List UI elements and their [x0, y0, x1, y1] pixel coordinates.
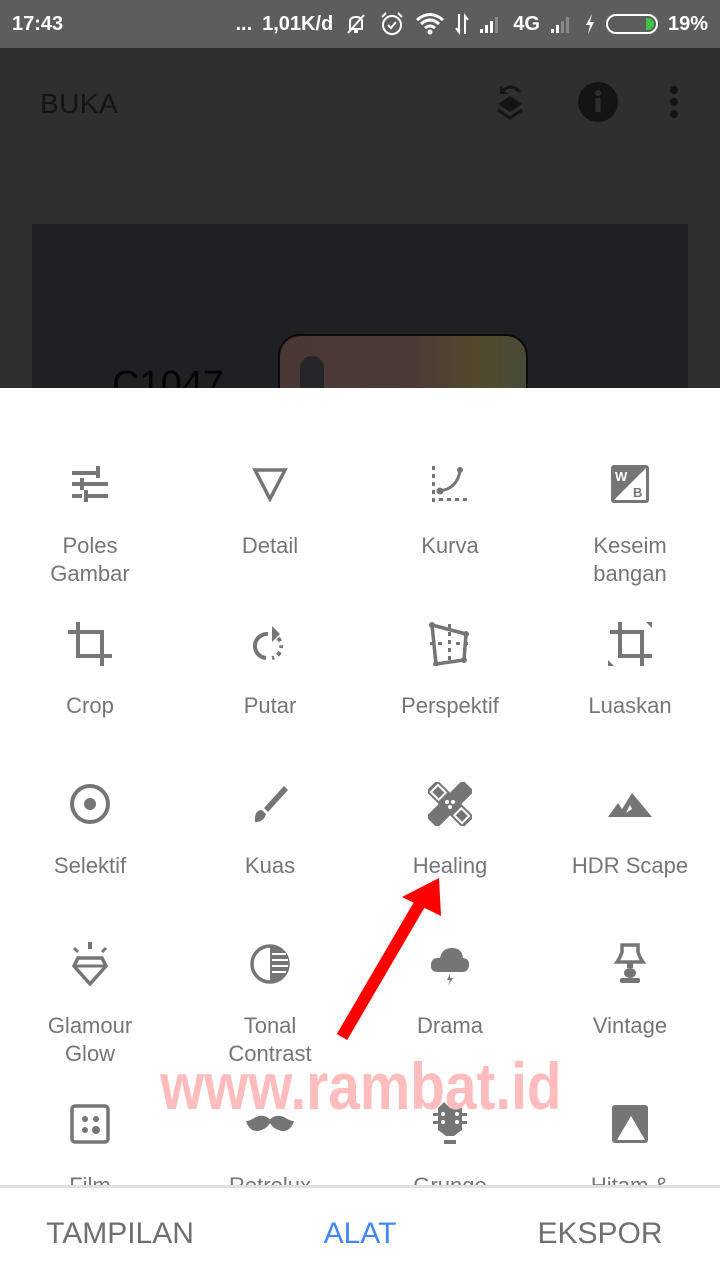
tool-grunge[interactable]: Grunge [360, 1100, 540, 1185]
tool-label: Crop [66, 693, 114, 718]
more-vert-icon[interactable] [668, 84, 680, 125]
battery-percent: 19% [667, 12, 708, 35]
diamond-icon [66, 940, 114, 988]
tool-label: Drama [416, 1013, 483, 1038]
white-balance-icon: WB [606, 460, 654, 508]
phone-case-image [278, 334, 528, 388]
tool-retrolux[interactable]: Retrolux [180, 1100, 360, 1185]
lamp-icon [606, 940, 654, 988]
bandage-icon [426, 780, 474, 828]
tune-icon [66, 460, 114, 508]
app-bar: BUKA [0, 48, 720, 160]
bottom-nav: TAMPILAN ALAT EKSPOR [0, 1185, 720, 1280]
black-white-icon [606, 1100, 654, 1148]
tool-label: Poles Gambar [50, 533, 130, 586]
film-icon [66, 1100, 114, 1148]
tab-ekspor[interactable]: EKSPOR [480, 1217, 720, 1251]
status-time: 17:43 [12, 12, 64, 35]
tool-keseimbangan[interactable]: WB Keseim bangan [540, 460, 720, 620]
tool-label: Detail [241, 533, 299, 558]
expand-icon [606, 620, 654, 668]
tools-sheet: Poles Gambar Detail Kurva WB Keseim bang… [0, 388, 720, 1185]
notification-more: ... [235, 12, 253, 35]
charging-icon [584, 13, 596, 35]
tool-label: Selektif [53, 853, 127, 878]
storm-cloud-icon [426, 940, 474, 988]
guitar-icon [426, 1100, 474, 1148]
tonal-icon [246, 940, 294, 988]
photo-caption: C1047 [112, 364, 224, 388]
tool-label: Hitam & [545, 1172, 715, 1185]
open-button[interactable]: BUKA [40, 88, 118, 120]
rotate-icon [246, 620, 294, 668]
tool-kuas[interactable]: Kuas [180, 780, 360, 940]
info-icon[interactable] [578, 81, 618, 127]
tool-hdr-scape[interactable]: HDR Scape [540, 780, 720, 940]
tool-label: Vintage [592, 1013, 668, 1038]
tool-label: Perspektif [401, 693, 499, 718]
tool-tonal-contrast[interactable]: Tonal Contrast [180, 940, 360, 1100]
tool-film[interactable]: Film [0, 1100, 180, 1185]
tool-perspektif[interactable]: Perspektif [360, 620, 540, 780]
tool-label: HDR Scape [571, 853, 689, 878]
network-type: 4G [513, 12, 540, 35]
status-icons: ... 1,01K/d 4G 19% [235, 11, 708, 37]
photo-preview: C1047 [32, 224, 688, 388]
svg-text:B: B [633, 485, 642, 500]
wifi-icon [415, 12, 445, 36]
selective-icon [66, 780, 114, 828]
signal-icon-2 [550, 14, 574, 34]
tool-selektif[interactable]: Selektif [0, 780, 180, 940]
tab-tampilan[interactable]: TAMPILAN [0, 1217, 240, 1251]
tool-label: Tonal Contrast [228, 1013, 312, 1066]
tool-drama[interactable]: Drama [360, 940, 540, 1100]
tool-hitam-putih[interactable]: Hitam & [540, 1100, 720, 1185]
tool-label: Putar [243, 693, 297, 718]
mustache-icon [246, 1100, 294, 1148]
tool-crop[interactable]: Crop [0, 620, 180, 780]
svg-text:W: W [615, 469, 628, 484]
tool-label: Healing [412, 853, 488, 878]
tool-label: Kurva [421, 533, 479, 558]
mountain-icon [606, 780, 654, 828]
tool-kurva[interactable]: Kurva [360, 460, 540, 620]
undo-layers-icon[interactable] [492, 80, 528, 129]
tool-vintage[interactable]: Vintage [540, 940, 720, 1100]
curve-icon [426, 460, 474, 508]
crop-icon [66, 620, 114, 668]
net-speed: 1,01K/d [262, 12, 334, 35]
tool-label: Glamour Glow [47, 1013, 133, 1066]
signal-icon [479, 14, 503, 34]
battery-icon [605, 14, 658, 34]
tab-alat[interactable]: ALAT [240, 1217, 480, 1251]
brush-icon [246, 780, 294, 828]
tool-healing[interactable]: Healing [360, 780, 540, 940]
tool-label: Luaskan [588, 693, 672, 718]
tool-poles-gambar[interactable]: Poles Gambar [0, 460, 180, 620]
mute-icon [343, 12, 369, 36]
tool-label: Grunge [365, 1172, 535, 1185]
data-transfer-icon [455, 12, 470, 36]
tool-label: Keseim bangan [593, 533, 667, 586]
tool-luaskan[interactable]: Luaskan [540, 620, 720, 780]
alarm-icon [379, 11, 405, 37]
tool-label: Kuas [244, 853, 296, 878]
status-bar: 17:43 ... 1,01K/d 4G 19% [0, 0, 720, 48]
tool-putar[interactable]: Putar [180, 620, 360, 780]
tools-grid: Poles Gambar Detail Kurva WB Keseim bang… [0, 460, 720, 1185]
tool-label: Retrolux [185, 1172, 355, 1185]
perspective-icon [426, 620, 474, 668]
tool-label: Film [5, 1172, 175, 1185]
triangle-icon [246, 460, 294, 508]
tool-glamour-glow[interactable]: Glamour Glow [0, 940, 180, 1100]
tool-detail[interactable]: Detail [180, 460, 360, 620]
